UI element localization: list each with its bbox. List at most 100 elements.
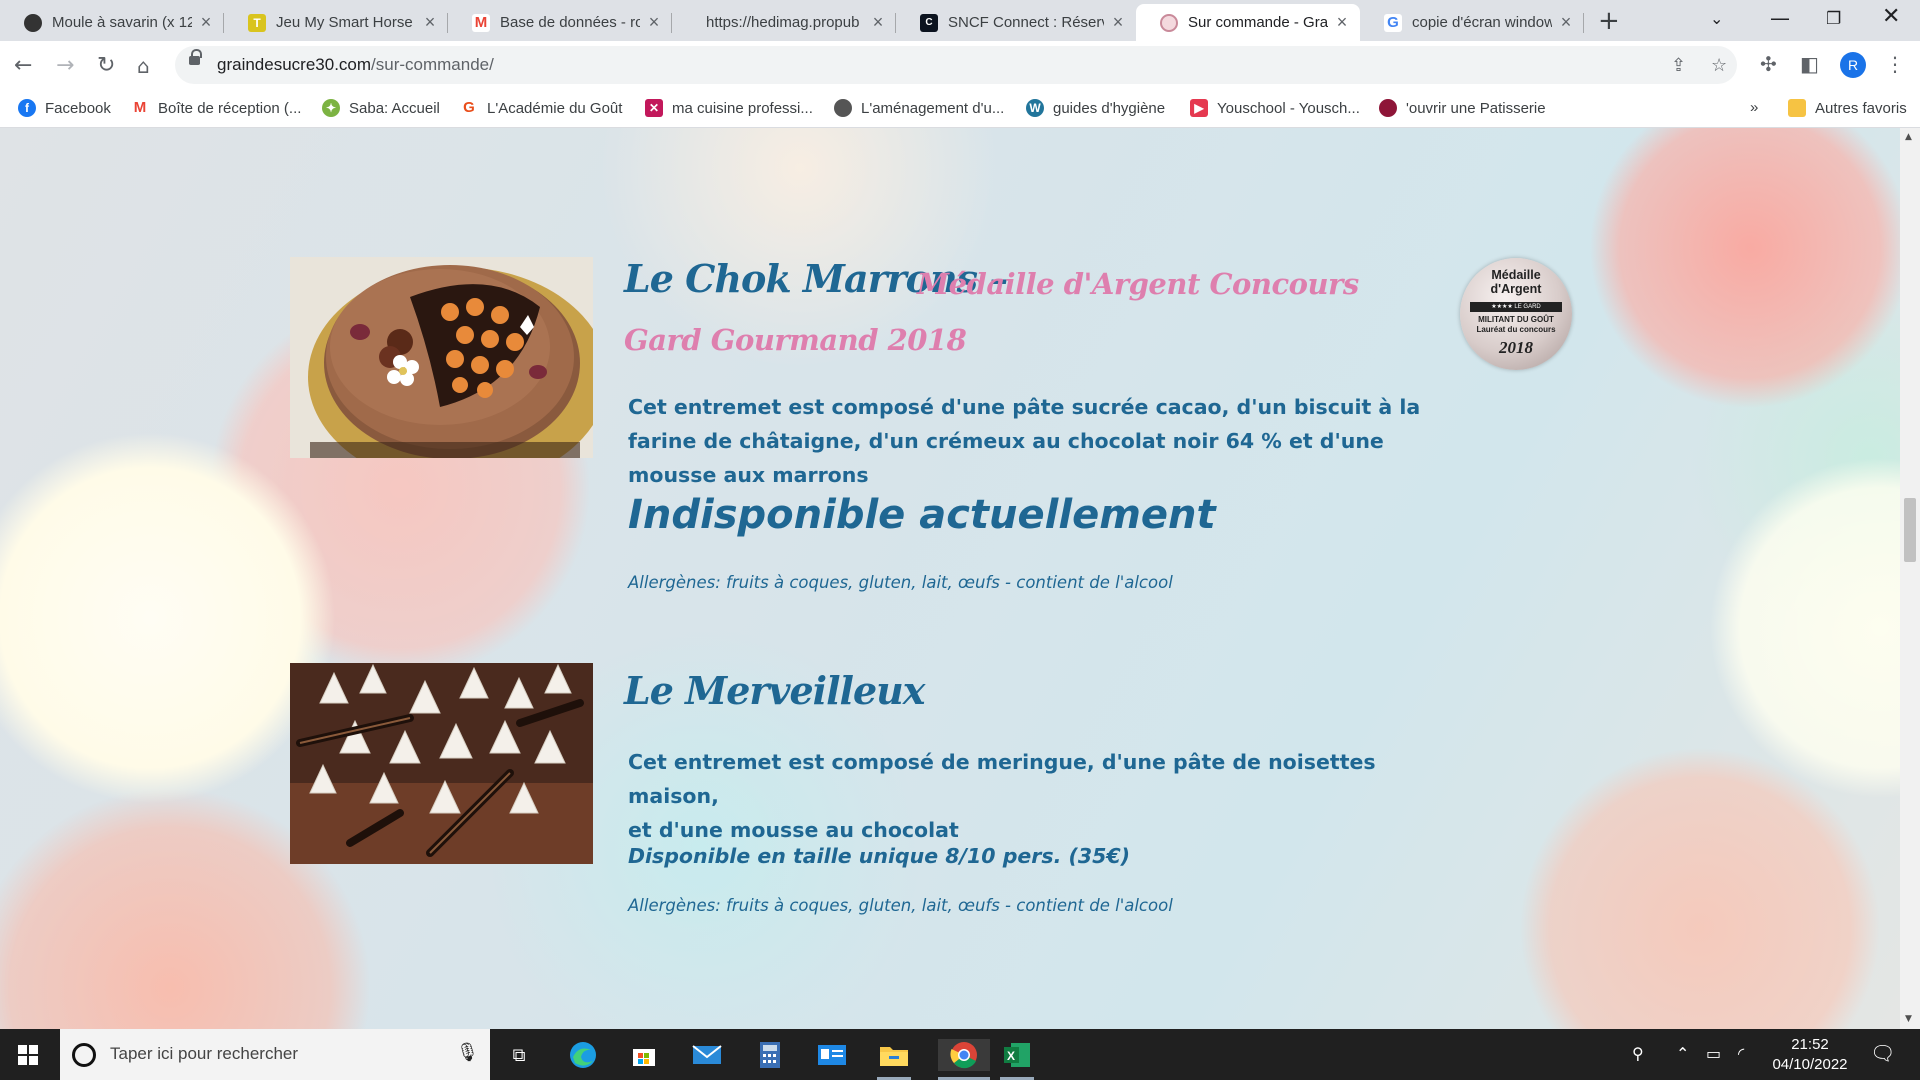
bookmark-patisserie[interactable]: 'ouvrir une Patisserie	[1379, 99, 1546, 117]
tab-search-chevron-icon[interactable]: ⌄	[1710, 9, 1723, 28]
wordpress-icon: W	[1026, 99, 1044, 117]
folder-icon	[1788, 99, 1806, 117]
merveilleux-title: Le Merveilleux	[624, 668, 925, 713]
search-placeholder: Taper ici pour rechercher	[110, 1044, 299, 1063]
medal-line3: MILITANT DU GOÛT	[1478, 315, 1554, 324]
notification-center-icon[interactable]: 🗨	[1870, 1041, 1895, 1065]
bookmark-saba[interactable]: ✦ Saba: Accueil	[322, 99, 440, 117]
tab-jeu-smart-horse[interactable]: T Jeu My Smart Horse sur ×	[224, 4, 448, 41]
taskbar-search-box[interactable]: Taper ici pour rechercher 🎙	[60, 1029, 490, 1080]
side-panel-icon[interactable]: ◧	[1800, 52, 1819, 76]
cuisine-icon: ✕	[645, 99, 663, 117]
bookmark-amenagement[interactable]: L'aménagement d'u...	[834, 99, 1004, 117]
bookmarks-bar: f Facebook M Boîte de réception (... ✦ S…	[0, 90, 1920, 128]
tab-strip: Moule à savarin (x 12) × T Jeu My Smart …	[0, 0, 1920, 41]
home-button[interactable]: ⌂	[137, 54, 150, 78]
taskbar-clock[interactable]: 21:52 04/10/2022	[1766, 1035, 1854, 1075]
bookmark-star-icon[interactable]: ☆	[1711, 55, 1727, 76]
file-explorer-icon[interactable]	[877, 1039, 911, 1080]
excel-icon[interactable]: X	[1000, 1039, 1034, 1080]
close-icon[interactable]: ×	[870, 12, 886, 33]
tab-sncf-connect[interactable]: C SNCF Connect : Réserver ×	[896, 4, 1136, 41]
bookmark-label: Boîte de réception (...	[158, 99, 302, 117]
medal-year: 2018	[1499, 338, 1533, 357]
close-icon[interactable]: ×	[198, 12, 214, 33]
academie-icon: G	[460, 99, 478, 117]
patisserie-icon	[1379, 99, 1397, 117]
clock-time: 21:52	[1791, 1036, 1829, 1053]
windows-start-icon[interactable]	[18, 1045, 38, 1065]
scroll-down-arrow-icon[interactable]: ▼	[1905, 1014, 1912, 1024]
bookmark-boite-reception[interactable]: M Boîte de réception (...	[131, 99, 301, 117]
share-icon[interactable]: ⇪	[1671, 55, 1686, 76]
gmail-icon: M	[131, 99, 149, 117]
people-icon[interactable]: ⚲	[1632, 1044, 1644, 1063]
gmail-icon: M	[472, 13, 490, 32]
bookmark-label: guides d'hygiène	[1053, 99, 1166, 117]
contacts-card-icon[interactable]	[815, 1039, 849, 1071]
merveilleux-allergens: Allergènes: fruits à coques, gluten, lai…	[628, 896, 1173, 915]
url-text[interactable]: graindesucre30.com/sur-commande/	[217, 55, 494, 75]
extensions-puzzle-icon[interactable]: ✣	[1760, 52, 1777, 76]
close-icon[interactable]: ×	[1110, 12, 1126, 33]
medal-line4: Lauréat du concours	[1476, 325, 1556, 334]
edge-icon[interactable]	[566, 1039, 600, 1071]
page-content: Le Chok Marrons – Médaille d'Argent Conc…	[0, 128, 1900, 1029]
wifi-icon[interactable]: ◜	[1738, 1044, 1744, 1063]
tab-hedimag[interactable]: https://hedimag.propub ×	[672, 4, 896, 41]
new-tab-button[interactable]: +	[1598, 6, 1620, 36]
bookmarks-overflow-button[interactable]: »	[1750, 99, 1758, 116]
microphone-icon[interactable]: 🎙	[456, 1042, 479, 1063]
tab-base-de-donnees[interactable]: M Base de données - rosalie ×	[448, 4, 672, 41]
calculator-icon[interactable]	[753, 1039, 787, 1071]
bookmark-label: Youschool - Yousch...	[1217, 99, 1360, 117]
minimize-button[interactable]: —	[1770, 6, 1790, 30]
battery-icon[interactable]: ▭	[1706, 1044, 1721, 1063]
tab-sur-commande[interactable]: Sur commande - Grain de sucre ×	[1136, 4, 1360, 41]
bookmark-youschool[interactable]: ▶ Youschool - Yousch...	[1190, 99, 1360, 117]
close-icon[interactable]: ×	[422, 12, 438, 33]
task-view-icon[interactable]: ⧉	[502, 1039, 536, 1071]
close-icon[interactable]: ×	[646, 12, 662, 33]
bookmark-guides-hygiene[interactable]: W guides d'hygiène	[1026, 99, 1165, 117]
bookmark-label: 'ouvrir une Patisserie	[1406, 99, 1546, 117]
chrome-icon[interactable]	[938, 1039, 990, 1080]
tab-copie-ecran[interactable]: G copie d'écran windows ×	[1360, 4, 1584, 41]
youschool-icon: ▶	[1190, 99, 1208, 117]
back-button[interactable]: ←	[14, 53, 32, 78]
merveilleux-description: Cet entremet est composé de meringue, d'…	[628, 745, 1448, 847]
other-favorites-folder[interactable]: Autres favoris	[1788, 99, 1907, 117]
tab-title: copie d'écran windows	[1412, 14, 1552, 31]
menu-kebab-icon[interactable]: ⋮	[1885, 52, 1905, 76]
page-scrollbar[interactable]: ▲ ▼	[1900, 128, 1920, 1029]
bookmark-academie-gout[interactable]: G L'Académie du Goût	[460, 99, 622, 117]
scroll-up-arrow-icon[interactable]: ▲	[1905, 132, 1912, 142]
restore-button[interactable]: ❐	[1826, 9, 1841, 29]
lock-icon[interactable]	[189, 49, 202, 65]
tab-moule-savarin[interactable]: Moule à savarin (x 12) ×	[0, 4, 224, 41]
forward-button[interactable]: →	[56, 53, 74, 78]
bookmark-ma-cuisine[interactable]: ✕ ma cuisine professi...	[645, 99, 813, 117]
microsoft-store-icon[interactable]	[627, 1039, 661, 1071]
google-icon: G	[1384, 13, 1402, 32]
chok-marrons-award: Médaille d'Argent Concours Gard Gourmand…	[624, 256, 1424, 368]
scrollbar-thumb[interactable]	[1904, 498, 1916, 562]
reload-button[interactable]: ↻	[97, 53, 115, 78]
profile-avatar[interactable]: R	[1840, 52, 1866, 78]
merveilleux-image[interactable]	[290, 663, 593, 864]
address-bar[interactable]: graindesucre30.com/sur-commande/ ⇪ ☆	[175, 46, 1737, 84]
mail-icon[interactable]	[690, 1039, 724, 1071]
show-hidden-icons-chevron-icon[interactable]: ⌃	[1676, 1044, 1689, 1063]
bookmark-label: ma cuisine professi...	[672, 99, 813, 117]
github-icon	[24, 13, 42, 32]
tab-title: Base de données - rosalie	[500, 14, 640, 31]
close-window-button[interactable]: ✕	[1882, 4, 1900, 29]
bookmark-facebook[interactable]: f Facebook	[18, 99, 111, 117]
close-icon[interactable]: ×	[1334, 12, 1350, 33]
url-path: /sur-commande/	[371, 55, 494, 74]
silver-medal-badge: Médaille d'Argent ★★★★ LE GARD MILITANT D…	[1460, 258, 1572, 370]
chok-marrons-image[interactable]	[290, 257, 593, 458]
browser-toolbar: ← → ↻ ⌂ graindesucre30.com/sur-commande/…	[0, 41, 1920, 90]
close-icon[interactable]: ×	[1558, 12, 1574, 33]
medal-subtitle: MILITANT DU GOÛT Lauréat du concours	[1460, 315, 1572, 335]
